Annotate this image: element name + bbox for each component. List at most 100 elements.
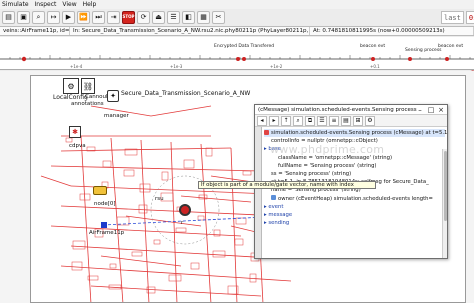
maximize-icon[interactable]: □ <box>426 105 436 115</box>
inspector-scrollbar[interactable] <box>442 149 447 258</box>
group-icon[interactable]: ▤ <box>341 116 351 126</box>
run-icon[interactable]: ▶ <box>62 10 75 24</box>
timeline-event-label: beacon evt <box>360 43 385 49</box>
graph-icon[interactable]: ▦ <box>197 10 210 24</box>
inspector-tree-row[interactable]: ss = 'Sensing process' (string) <box>264 170 445 178</box>
menu-item-view[interactable]: View <box>62 0 76 9</box>
inspector-tree-row[interactable]: simulation.scheduled-events.Sensing proc… <box>264 129 447 138</box>
local-config-label: LocalConfig <box>53 94 88 101</box>
find-icon[interactable]: ⌕ <box>32 10 45 24</box>
network-title: Secure_Data_Transmission_Scenario_A_NW <box>121 90 251 97</box>
inspector-toolbar: ◂ ▸ ↑ ⌕ ⧉ ☰ ≡ ▤ ⊞ ⚙ <box>255 115 447 127</box>
close-icon[interactable]: × <box>436 105 446 115</box>
road-segment <box>150 105 212 117</box>
cdpva-icon[interactable]: ✱ <box>69 126 81 138</box>
inspector-tree-row[interactable]: fullName = 'Sensing process' (string) <box>264 162 445 170</box>
building-outline <box>190 262 200 270</box>
event-timeline[interactable]: Encrypted Data Transfered beacon evt Sen… <box>0 37 474 70</box>
info-time: At: 0.7481810811995s (now+0.00000509213s… <box>310 27 474 35</box>
timeline-event-label: beacon evt <box>438 43 463 49</box>
inspector-tree-row[interactable]: owner (cEventHeap) simulation.scheduled-… <box>264 195 445 203</box>
building-outline <box>197 215 205 221</box>
parent-icon[interactable]: ↑ <box>281 116 291 126</box>
info-module: veins::AirFrame11p, id=82) <box>0 27 70 35</box>
menu-item-inspect[interactable]: Inspect <box>35 0 57 9</box>
timeline-event-marker[interactable] <box>242 57 246 61</box>
building-outline <box>139 183 151 193</box>
timeline-tick-label: +1e-3 <box>170 64 183 69</box>
building-outline <box>212 250 226 258</box>
menu-item-simulate[interactable]: Simulate <box>2 0 29 9</box>
tree-row-text: message <box>268 212 293 219</box>
building-outline <box>205 147 213 157</box>
inspect-icon[interactable]: ⌕ <box>293 116 303 126</box>
inspector-tree-row[interactable]: ▸ message <box>264 211 445 219</box>
connection-manager-icon[interactable]: ⛓ <box>81 78 95 94</box>
building-outline <box>72 240 86 250</box>
object-type-icon <box>271 195 276 201</box>
building-outline <box>183 159 195 169</box>
settings-icon[interactable]: ⚙ <box>365 116 375 126</box>
menu-item-help[interactable]: Help <box>83 0 97 9</box>
save-icon[interactable]: ▣ <box>17 10 30 24</box>
building-outline <box>235 217 247 225</box>
timeline-event-marker[interactable] <box>21 56 27 62</box>
vehicle-icon[interactable] <box>93 186 107 195</box>
log-icon[interactable]: ☰ <box>167 10 180 24</box>
building-outline <box>242 170 252 176</box>
building-outline <box>109 263 117 269</box>
tree-row-text: event <box>268 203 284 210</box>
inspector-titlebar[interactable]: (cMessage) simulation.scheduled-events.S… <box>255 105 447 115</box>
road-segment <box>100 255 182 267</box>
building-outline <box>138 204 148 214</box>
mode-icon[interactable]: ☰ <box>317 116 327 126</box>
road-segment <box>200 143 212 302</box>
forward-icon[interactable]: ▸ <box>269 116 279 126</box>
timeline-tick-label: +0.1 <box>370 64 380 69</box>
express-run-icon[interactable]: ⏭ <box>92 10 105 24</box>
children-icon[interactable]: ⊞ <box>353 116 363 126</box>
copy-icon[interactable]: ⧉ <box>305 116 315 126</box>
menu-bar: Simulate Inspect View Help <box>0 0 474 9</box>
minimize-icon[interactable]: – <box>415 105 425 115</box>
tree-row-text: sending <box>268 220 290 227</box>
manager-icon[interactable]: ✦ <box>107 90 119 102</box>
animation-icon[interactable]: ◧ <box>182 10 195 24</box>
open-icon[interactable]: ▤ <box>2 10 15 24</box>
rsu-label: r <box>181 220 184 226</box>
building-outline <box>161 171 169 181</box>
building-outline <box>102 160 112 168</box>
inspector-side-tabs[interactable] <box>255 127 262 258</box>
back-icon[interactable]: ◂ <box>257 116 267 126</box>
scissors-icon[interactable]: ✂ <box>212 10 225 24</box>
flat-icon[interactable]: ≡ <box>329 116 339 126</box>
object-type-icon <box>264 129 269 135</box>
building-outline <box>175 227 187 233</box>
building-outline <box>123 169 135 177</box>
building-outline <box>65 137 73 143</box>
building-outline <box>168 274 182 282</box>
timeline-event-marker[interactable] <box>371 57 375 61</box>
tree-row-text: fullName = 'Sensing process' (string) <box>278 162 377 169</box>
timeline-event-marker[interactable] <box>236 57 240 61</box>
local-config-icon[interactable]: ⚙ <box>63 78 79 94</box>
toolbar-buttons: ▤ ▣ ⌕ ↦ ▶ ⏩ ⏭ ⇥ STOP ⟳ ⏏ ☰ ◧ ▦ ✂ <box>2 10 225 24</box>
timeline-event-marker[interactable] <box>445 57 449 61</box>
cdpva-label: cdpva <box>69 143 86 149</box>
rsu-icon[interactable] <box>179 204 191 216</box>
building-outline <box>71 261 83 271</box>
finish-icon[interactable]: ⏏ <box>152 10 165 24</box>
tree-row-text: owner (cEventHeap) simulation.scheduled-… <box>278 195 433 202</box>
until-icon[interactable]: ⇥ <box>107 10 120 24</box>
inspector-title: (cMessage) simulation.scheduled-events.S… <box>258 107 417 113</box>
road-segment <box>40 175 72 187</box>
inspector-tree-row[interactable]: ▸ event <box>264 203 445 211</box>
main-toolbar: ▤▣⌕↦▶⏩⏭⇥STOP⟳⏏☰◧▦✂ last #16 0s 748ms 180… <box>0 9 474 74</box>
timeline-event-marker[interactable] <box>408 57 412 61</box>
scrollbar-thumb[interactable] <box>444 151 447 221</box>
rebuild-icon[interactable]: ⟳ <box>137 10 150 24</box>
fast-run-icon[interactable]: ⏩ <box>77 10 90 24</box>
inspector-tree-row[interactable]: ▸ sending <box>264 219 445 227</box>
stop-icon[interactable]: STOP <box>122 10 135 24</box>
step-icon[interactable]: ↦ <box>47 10 60 24</box>
